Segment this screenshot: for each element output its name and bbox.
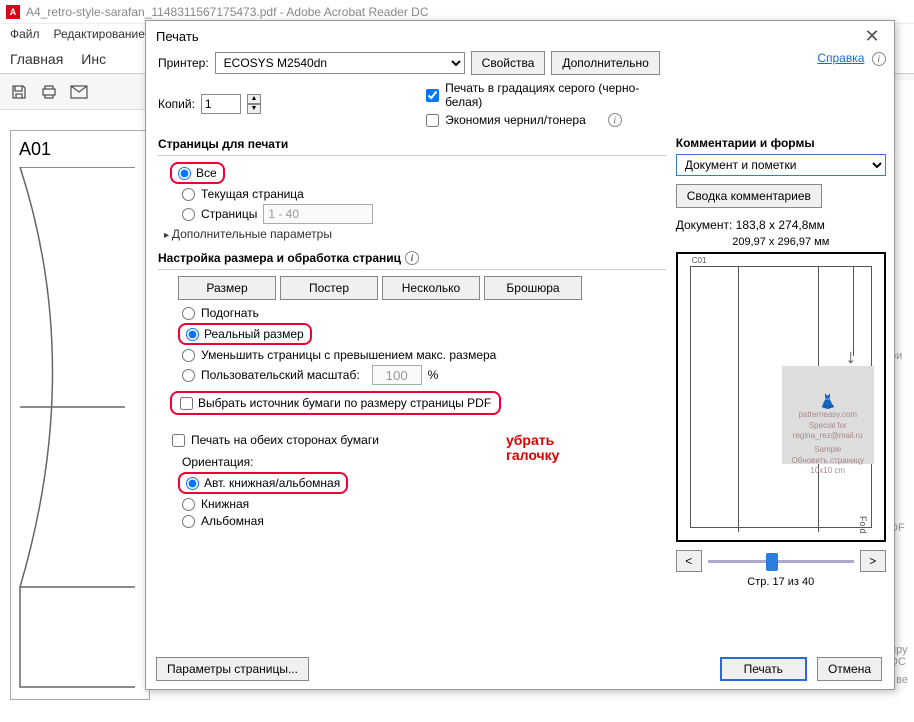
preview-prev-button[interactable]: < [676,550,702,572]
sizing-section-title: Настройка размера и обработка страниц [158,251,401,265]
properties-button[interactable]: Свойства [471,51,546,75]
paper-size-label: 209,97 x 296,97 мм [676,236,886,248]
orientation-label: Ориентация: [182,455,666,469]
preview-slider[interactable] [708,550,854,572]
copies-input[interactable] [201,94,241,114]
printer-label: Принтер: [158,56,209,70]
toner-checkbox[interactable] [426,114,439,127]
annotation-highlight-orientation: Авт. книжная/альбомная [178,472,348,494]
actual-size-radio[interactable] [186,328,199,341]
info-icon[interactable]: i [608,113,622,127]
pages-range-radio[interactable] [182,208,195,221]
print-preview: C01 ↓ 👗 patterneasy.comSpecial forregina… [676,252,886,542]
custom-scale-input[interactable] [372,365,422,385]
spin-up-icon[interactable]: ▲ [247,94,261,104]
fit-label: Подогнать [201,306,259,320]
cancel-button[interactable]: Отмена [817,657,882,681]
pages-range-input[interactable] [263,204,373,224]
pages-current-radio[interactable] [182,188,195,201]
comments-summary-button[interactable]: Сводка комментариев [676,184,822,208]
mail-icon[interactable] [70,83,88,101]
toner-label: Экономия чернил/тонера [445,113,586,127]
menu-edit[interactable]: Редактирование [54,27,145,41]
left-column: Принтер: ECOSYS M2540dn Свойства Дополни… [158,51,666,639]
page-counter: Стр. 17 из 40 [676,576,886,588]
grayscale-checkbox[interactable] [426,89,439,102]
percent-label: % [428,368,439,382]
pages-range-label: Страницы [201,207,257,221]
custom-scale-label: Пользовательский масштаб: [201,368,360,382]
print-button[interactable]: Печать [720,657,807,681]
info-icon[interactable]: i [872,52,886,66]
orient-auto-radio[interactable] [186,477,199,490]
both-sides-label: Печать на обеих сторонах бумаги [191,433,379,447]
page-setup-button[interactable]: Параметры страницы... [156,657,309,681]
grayscale-label: Печать в градациях серого (черно-белая) [445,81,666,109]
printer-select[interactable]: ECOSYS M2540dn [215,52,465,74]
sizing-button-group: Размер Постер Несколько Брошюра [178,276,666,300]
pages-all-label: Все [196,166,217,180]
close-icon[interactable]: ✕ [860,26,884,47]
acrobat-icon: A [6,5,20,19]
save-icon[interactable] [10,83,28,101]
both-sides-checkbox[interactable] [172,434,185,447]
comments-section-title: Комментарии и формы [676,136,886,150]
custom-scale-radio[interactable] [182,369,195,382]
multiple-button[interactable]: Несколько [382,276,480,300]
print-dialog: Печать ✕ Принтер: ECOSYS M2540dn Свойств… [145,20,895,690]
size-button[interactable]: Размер [178,276,276,300]
preview-fold-label: Fold [858,516,868,534]
preview-page-label: C01 [692,256,707,265]
copies-spinner[interactable]: ▲ ▼ [247,94,261,114]
actual-size-label: Реальный размер [204,327,304,341]
comments-select[interactable]: Документ и пометки [676,154,886,176]
shrink-radio[interactable] [182,349,195,362]
right-column: Справка i Комментарии и формы Документ и… [676,51,886,639]
print-icon[interactable] [40,83,58,101]
orient-auto-label: Авт. книжная/альбомная [204,476,340,490]
annotation-highlight-all: Все [170,162,225,184]
annotation-text: убрать галочку [506,433,559,464]
doc-size-label: Документ: 183,8 x 274,8мм [676,218,886,232]
dialog-footer: Параметры страницы... Печать Отмена [156,657,882,681]
orient-landscape-radio[interactable] [182,515,195,528]
dialog-titlebar: Печать ✕ [146,21,894,51]
menu-file[interactable]: Файл [10,27,40,41]
pages-all-radio[interactable] [178,167,191,180]
dialog-title: Печать [156,29,199,44]
paper-source-checkbox[interactable] [180,397,193,410]
annotation-highlight-papersource: Выбрать источник бумаги по размеру стран… [170,391,501,415]
spin-down-icon[interactable]: ▼ [247,104,261,114]
tab-tools[interactable]: Инс [81,51,106,67]
info-icon[interactable]: i [405,251,419,265]
document-page[interactable]: A01 [10,130,150,700]
app-title: A4_retro-style-sarafan_1148311567175473.… [26,5,429,19]
shrink-label: Уменьшить страницы с превышением макс. р… [201,348,496,362]
help-link[interactable]: Справка [817,51,864,65]
pages-section-title: Страницы для печати [158,137,666,151]
preview-next-button[interactable]: > [860,550,886,572]
orient-portrait-radio[interactable] [182,498,195,511]
poster-button[interactable]: Постер [280,276,378,300]
slider-thumb[interactable] [766,553,778,571]
advanced-button[interactable]: Дополнительно [551,51,659,75]
pages-current-label: Текущая страница [201,187,304,201]
copies-label: Копий: [158,97,195,111]
preview-watermark: 👗 patterneasy.comSpecial forregina_rez@m… [782,366,874,464]
booklet-button[interactable]: Брошюра [484,276,582,300]
paper-source-label: Выбрать источник бумаги по размеру стран… [198,396,491,410]
doc-page-label: A01 [19,139,141,160]
document-area: A01 [10,130,160,700]
fit-radio[interactable] [182,307,195,320]
orient-landscape-label: Альбомная [201,514,264,528]
orient-portrait-label: Книжная [201,497,249,511]
more-parameters-expander[interactable]: Дополнительные параметры [164,227,666,241]
annotation-highlight-actual: Реальный размер [178,323,312,345]
tab-home[interactable]: Главная [10,51,63,67]
